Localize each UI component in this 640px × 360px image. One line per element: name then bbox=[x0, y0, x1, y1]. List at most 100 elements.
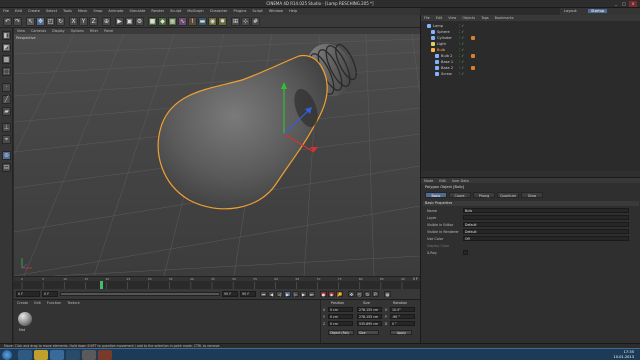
rotation-p-field[interactable]: -90 ° bbox=[390, 314, 415, 319]
close-button[interactable]: x bbox=[629, 1, 637, 7]
viewport-scene[interactable] bbox=[14, 34, 420, 276]
media-taskbar-icon[interactable] bbox=[66, 350, 80, 360]
rotation-b-field[interactable]: 0 ° bbox=[390, 321, 415, 326]
viewport-menu-cameras[interactable]: Cameras bbox=[28, 28, 49, 33]
play-icon[interactable]: ▶ bbox=[284, 291, 291, 297]
tab-quantum[interactable]: Quantum bbox=[497, 192, 519, 198]
menu-simulate[interactable]: Simulate bbox=[126, 8, 148, 13]
menu-help[interactable]: Help bbox=[286, 8, 300, 13]
material-menu-function[interactable]: Function bbox=[44, 300, 64, 305]
menu-mesh[interactable]: Mesh bbox=[75, 8, 90, 13]
record-icon[interactable]: ● bbox=[320, 291, 327, 297]
light-icon[interactable]: ✹ bbox=[218, 17, 227, 26]
position-z-field[interactable]: 0 cm bbox=[328, 321, 353, 326]
attr-visible-editor-select[interactable]: Default bbox=[463, 222, 629, 227]
explorer-taskbar-icon[interactable] bbox=[18, 350, 32, 360]
apply-button[interactable]: Apply bbox=[390, 330, 412, 335]
object-row-screw[interactable]: Screw bbox=[435, 71, 452, 77]
size-x-field[interactable]: 278.155 cm bbox=[357, 307, 382, 312]
menu-select[interactable]: Select bbox=[43, 8, 60, 13]
material-tag-icon[interactable] bbox=[471, 54, 475, 58]
texture-mode-icon[interactable]: ▩ bbox=[2, 55, 11, 64]
menu-render[interactable]: Render bbox=[148, 8, 167, 13]
viewport-menu-options[interactable]: Options bbox=[68, 28, 87, 33]
size-z-field[interactable]: 535.895 cm bbox=[357, 321, 382, 326]
polygons-mode-icon[interactable]: ▰ bbox=[2, 107, 11, 116]
coordinate-system-icon[interactable]: ⊕ bbox=[102, 17, 111, 26]
tab-basic[interactable]: Basic bbox=[425, 192, 447, 198]
om-menu-file[interactable]: File bbox=[421, 15, 433, 20]
deformer-icon[interactable]: ⌇ bbox=[188, 17, 197, 26]
workplane-icon[interactable]: ⊞ bbox=[231, 17, 240, 26]
subdivision-icon[interactable]: ◆ bbox=[158, 17, 167, 26]
menu-create[interactable]: Create bbox=[25, 8, 43, 13]
floor-icon[interactable]: ▬ bbox=[198, 17, 207, 26]
parameter-key-icon[interactable]: P bbox=[372, 291, 379, 297]
timeline-ruler[interactable]: 0 5 10 15 20 25 30 35 40 45 50 55 60 65 70 75 80 85 90 0 F bbox=[14, 276, 420, 289]
visibility-dots[interactable]: ⁚ ✓ bbox=[459, 71, 464, 77]
model-mode-icon[interactable]: ◩ bbox=[2, 43, 11, 52]
timeline-settings-icon[interactable]: ▦ bbox=[384, 291, 391, 297]
attr-xray-checkbox[interactable] bbox=[463, 250, 468, 255]
array-icon[interactable]: ▦ bbox=[168, 17, 177, 26]
render-picture-viewer-icon[interactable]: ▣ bbox=[125, 17, 134, 26]
z-axis-lock-icon[interactable]: Z bbox=[89, 17, 98, 26]
system-clock[interactable]: 17:35 10.01.2013 bbox=[613, 350, 634, 360]
live-select-icon[interactable]: ↖ bbox=[26, 17, 35, 26]
keyframe-selection-icon[interactable]: 🔑 bbox=[336, 291, 343, 297]
material-tag-icon[interactable] bbox=[471, 36, 475, 40]
app-taskbar-icon[interactable] bbox=[82, 350, 96, 360]
viewport-menu-display[interactable]: Display bbox=[49, 28, 68, 33]
redo-icon[interactable]: ↷ bbox=[13, 17, 22, 26]
menu-tools[interactable]: Tools bbox=[60, 8, 75, 13]
menu-plugins[interactable]: Plugins bbox=[230, 8, 249, 13]
material-menu-create[interactable]: Create bbox=[14, 300, 31, 305]
scale-icon[interactable]: ◰ bbox=[46, 17, 55, 26]
make-editable-icon[interactable]: ◧ bbox=[2, 31, 11, 40]
spline-icon[interactable]: ∿ bbox=[178, 17, 187, 26]
attr-visible-renderer-select[interactable]: Default bbox=[463, 229, 629, 234]
preview-end-field[interactable]: 90 F bbox=[240, 291, 256, 297]
menu-sculpt[interactable]: Sculpt bbox=[167, 8, 184, 13]
om-menu-edit[interactable]: Edit bbox=[433, 15, 446, 20]
position-key-icon[interactable]: ✥ bbox=[348, 291, 355, 297]
size-mode-select[interactable]: Size bbox=[357, 330, 379, 335]
render-view-icon[interactable]: ▶ bbox=[115, 17, 124, 26]
attr-name-field[interactable]: Bulb bbox=[463, 208, 629, 213]
locked-workplane-icon[interactable]: ⊟ bbox=[2, 163, 11, 172]
end-frame-field[interactable]: 90 F bbox=[222, 291, 238, 297]
x-axis-lock-icon[interactable]: X bbox=[69, 17, 78, 26]
y-axis-lock-icon[interactable]: Y bbox=[79, 17, 88, 26]
perspective-viewport[interactable]: Perspective bbox=[14, 34, 420, 276]
goto-start-icon[interactable]: ⏮ bbox=[260, 291, 267, 297]
snap-icon[interactable]: ⊹ bbox=[241, 17, 250, 26]
points-mode-icon[interactable]: · bbox=[2, 83, 11, 92]
menu-edit[interactable]: Edit bbox=[12, 8, 25, 13]
coordinate-mode-select[interactable]: Object (Rel) bbox=[328, 330, 354, 335]
autokey-icon[interactable]: ◉ bbox=[328, 291, 335, 297]
goto-end-icon[interactable]: ⏭ bbox=[308, 291, 315, 297]
rotation-key-icon[interactable]: ↻ bbox=[364, 291, 371, 297]
rotate-icon[interactable]: ↻ bbox=[56, 17, 65, 26]
attr-menu-user-data[interactable]: User Data bbox=[449, 178, 472, 183]
preview-range-slider[interactable] bbox=[60, 292, 220, 296]
playhead[interactable] bbox=[100, 281, 103, 289]
attr-menu-edit[interactable]: Edit bbox=[436, 178, 449, 183]
menu-mograph[interactable]: MoGraph bbox=[184, 8, 206, 13]
next-key-icon[interactable]: ▶ bbox=[300, 291, 307, 297]
viewport-menu-view[interactable]: View bbox=[14, 28, 28, 33]
material-tag-icon[interactable] bbox=[471, 66, 475, 70]
minimize-button[interactable]: _ bbox=[612, 1, 620, 7]
menu-file[interactable]: File bbox=[0, 8, 12, 13]
position-y-field[interactable]: 0 cm bbox=[328, 314, 353, 319]
axis-mode-icon[interactable]: ⊥ bbox=[2, 123, 11, 132]
menu-script[interactable]: Script bbox=[249, 8, 265, 13]
material-preview[interactable] bbox=[18, 312, 32, 326]
maximize-button[interactable]: □ bbox=[620, 1, 628, 7]
layout-selector[interactable]: Layout: Startup bbox=[560, 8, 640, 15]
camera-icon[interactable]: ◉ bbox=[208, 17, 217, 26]
menu-character[interactable]: Character bbox=[207, 8, 231, 13]
om-menu-objects[interactable]: Objects bbox=[459, 15, 478, 20]
snapping-icon[interactable]: ⊛ bbox=[2, 151, 11, 160]
chrome-taskbar-icon[interactable] bbox=[34, 350, 48, 360]
